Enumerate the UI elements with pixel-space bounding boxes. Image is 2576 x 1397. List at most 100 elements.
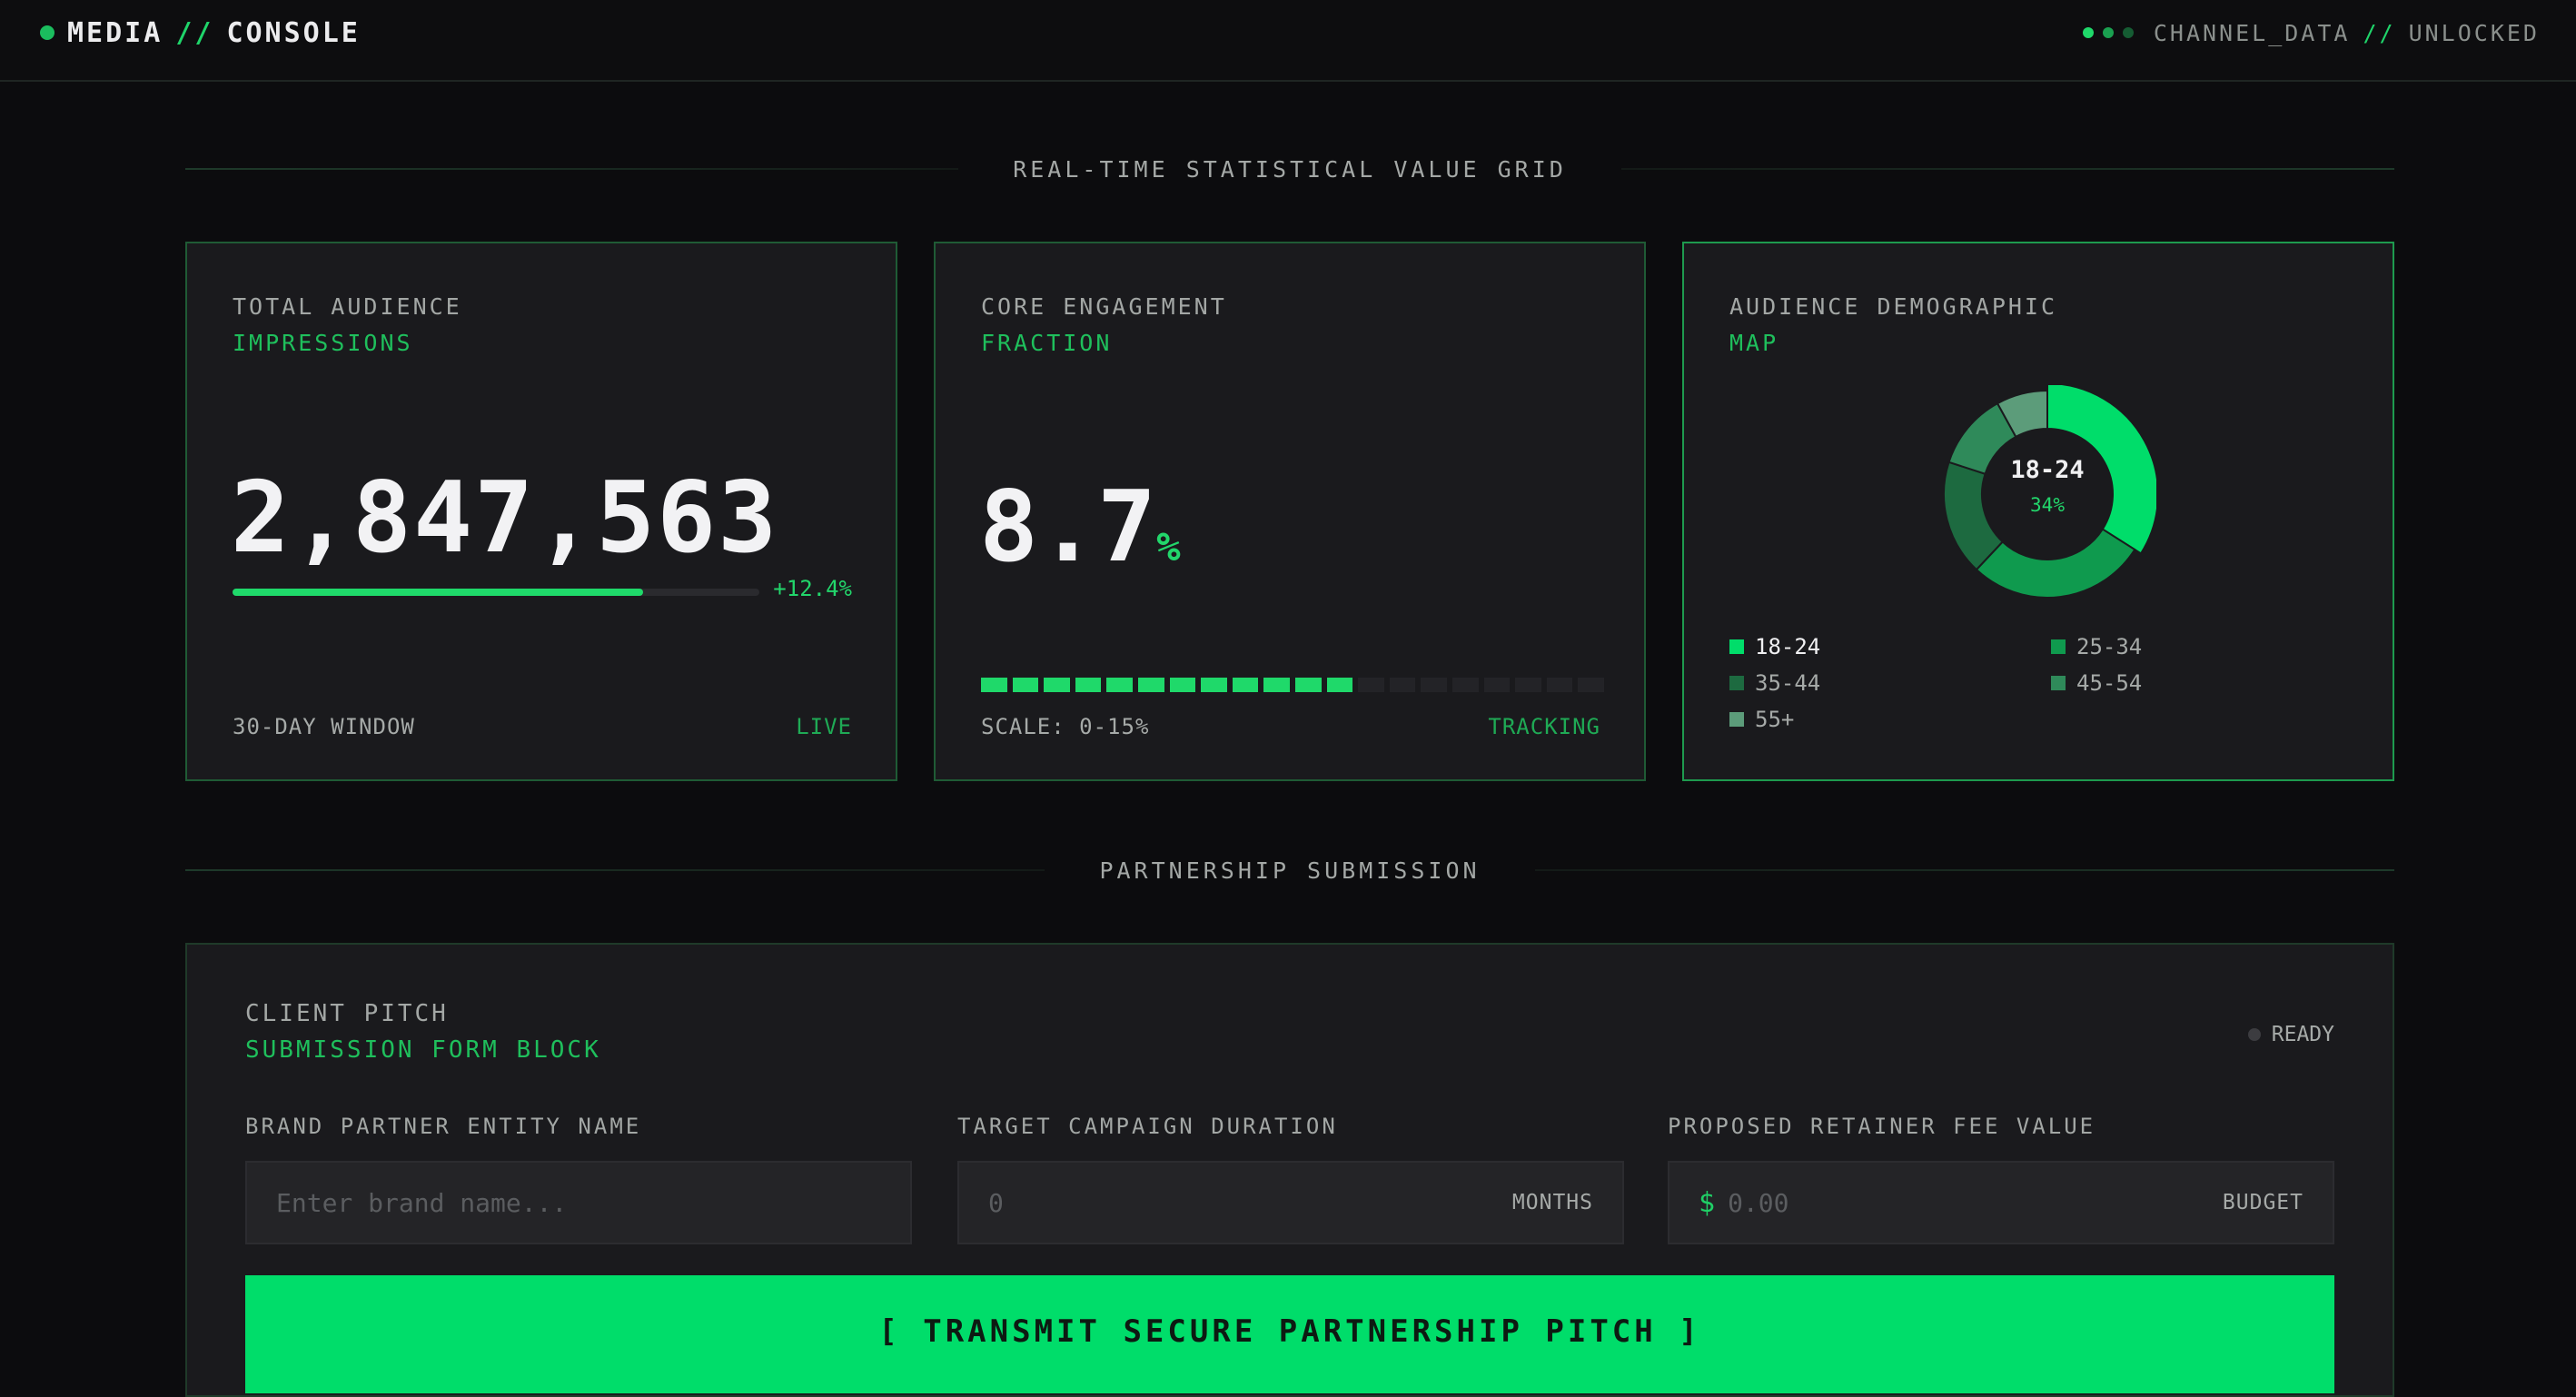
engagement-segment (1044, 678, 1070, 692)
engagement-segment (1106, 678, 1133, 692)
brand-separator: // (175, 16, 214, 49)
audience-progress-bar (233, 589, 759, 596)
legend-swatch (2051, 639, 2066, 654)
legend-swatch (2051, 676, 2066, 690)
form-status: READY (2247, 1023, 2334, 1046)
dollar-icon: $ (1699, 1186, 1716, 1219)
engagement-segment (1515, 678, 1541, 692)
legend-label: 55+ (1755, 707, 1795, 732)
engagement-value-wrap: 8.7% (979, 471, 1181, 584)
fee-field: PROPOSED RETAINER FEE VALUE $ BUDGET (1668, 1114, 2334, 1244)
form-section-heading: PARTNERSHIP SUBMISSION (1099, 857, 1481, 884)
legend-label: 18-24 (1755, 634, 1821, 659)
stats-section-heading: REAL-TIME STATISTICAL VALUE GRID (1013, 155, 1567, 183)
engagement-segment (1451, 678, 1479, 692)
audience-progress-fill (233, 589, 644, 596)
donut-center-label: 18-24 (2010, 456, 2085, 484)
engagement-sub: FRACTION (981, 330, 1113, 356)
audience-delta: +12.4% (773, 576, 852, 601)
legend-item: 18-24 (1729, 632, 2051, 661)
engagement-segment (1483, 678, 1511, 692)
demographic-sub: MAP (1729, 330, 1779, 356)
duration-box: MONTHS (957, 1161, 1624, 1244)
demographic-card-heading: AUDIENCE DEMOGRAPHIC MAP (1729, 289, 2057, 362)
duration-input[interactable] (988, 1187, 1500, 1218)
form-title: CLIENT PITCH (245, 1000, 449, 1027)
fee-input[interactable] (1728, 1187, 2210, 1218)
brand-name-field: BRAND PARTNER ENTITY NAME (245, 1114, 912, 1244)
ready-status-dot (2247, 1028, 2261, 1041)
partnership-form: CLIENT PITCH SUBMISSION FORM BLOCK READY… (185, 943, 2394, 1397)
demographic-donut: 18-24 34% (1938, 381, 2159, 603)
status-right: UNLOCKED (2408, 19, 2540, 46)
duration-label: TARGET CAMPAIGN DURATION (957, 1114, 1338, 1139)
demographic-legend: 18-24 25-34 35-44 45-54 55+ (1729, 632, 2347, 734)
duration-suffix: MONTHS (1511, 1191, 1593, 1214)
engagement-segment (1546, 678, 1573, 692)
status-separator: // (2363, 19, 2396, 46)
audience-window: 30-DAY WINDOW (233, 714, 415, 739)
engagement-segment (1232, 678, 1259, 692)
status-dot-3 (2122, 27, 2134, 38)
engagement-label: CORE ENGAGEMENT (981, 293, 1227, 320)
legend-label: 25-34 (2076, 634, 2143, 659)
fee-label: PROPOSED RETAINER FEE VALUE (1668, 1114, 2096, 1139)
audience-card: TOTAL AUDIENCE IMPRESSIONS 2,847,563 +12… (185, 242, 897, 781)
status-dot-2 (2102, 27, 2114, 38)
engagement-unit: % (1156, 524, 1181, 570)
engagement-value: 8.7 (979, 471, 1157, 584)
engagement-segment (1169, 678, 1196, 692)
brand-name-input[interactable] (276, 1187, 881, 1218)
audience-label: TOTAL AUDIENCE (233, 293, 462, 320)
form-subtitle: SUBMISSION FORM BLOCK (245, 1036, 601, 1064)
engagement-segment (1012, 678, 1039, 692)
demographic-label: AUDIENCE DEMOGRAPHIC (1729, 293, 2058, 320)
brand-right: CONSOLE (226, 16, 361, 49)
brand-name-label: BRAND PARTNER ENTITY NAME (245, 1114, 642, 1139)
top-bar: MEDIA // CONSOLE CHANNEL_DATA // UNLOCKE… (0, 0, 2576, 82)
legend-label: 35-44 (1755, 670, 1821, 696)
donut-center-value: 34% (2030, 494, 2065, 516)
brand-status-dot (40, 25, 54, 40)
engagement-segment-bar (981, 678, 1604, 692)
engagement-segment (1389, 678, 1416, 692)
legend-swatch (1729, 676, 1744, 690)
fee-suffix: BUDGET (2222, 1191, 2304, 1214)
audience-live-badge: LIVE (796, 714, 852, 739)
legend-item: 55+ (1729, 705, 2051, 734)
audience-value: 2,847,563 (231, 461, 779, 575)
legend-label: 45-54 (2076, 670, 2143, 696)
engagement-segment (1326, 678, 1353, 692)
engagement-card: CORE ENGAGEMENT FRACTION 8.7% SCALE: 0-1… (934, 242, 1646, 781)
brand-left: MEDIA (67, 16, 163, 49)
form-section-title: PARTNERSHIP SUBMISSION (185, 852, 2394, 888)
brand-name-box (245, 1161, 912, 1244)
engagement-segment (981, 678, 1007, 692)
engagement-segment (1358, 678, 1384, 692)
channel-status: CHANNEL_DATA // UNLOCKED (2082, 15, 2540, 51)
form-heading: CLIENT PITCH SUBMISSION FORM BLOCK (245, 996, 601, 1068)
engagement-scale: SCALE: 0-15% (981, 714, 1150, 739)
engagement-segment (1137, 678, 1164, 692)
audience-card-heading: TOTAL AUDIENCE IMPRESSIONS (233, 289, 462, 362)
status-dot-1 (2082, 27, 2094, 38)
engagement-segment (1294, 678, 1322, 692)
legend-swatch (1729, 712, 1744, 727)
stats-section-title: REAL-TIME STATISTICAL VALUE GRID (185, 151, 2394, 187)
app-brand: MEDIA // CONSOLE (40, 15, 361, 51)
status-left: CHANNEL_DATA (2153, 19, 2351, 46)
engagement-segment (1075, 678, 1102, 692)
status-indicator-dots (2082, 27, 2134, 38)
transmit-pitch-button[interactable]: [ TRANSMIT SECURE PARTNERSHIP PITCH ] (245, 1275, 2334, 1393)
engagement-segment (1578, 678, 1604, 692)
engagement-card-heading: CORE ENGAGEMENT FRACTION (981, 289, 1227, 362)
form-status-text: READY (2271, 1023, 2334, 1046)
engagement-segment (1421, 678, 1447, 692)
legend-item: 35-44 (1729, 669, 2051, 698)
audience-sub: IMPRESSIONS (233, 330, 413, 356)
engagement-segment (1263, 678, 1290, 692)
duration-field: TARGET CAMPAIGN DURATION MONTHS (957, 1114, 1624, 1244)
legend-swatch (1729, 639, 1744, 654)
legend-item: 45-54 (2051, 669, 2347, 698)
engagement-tracking-badge: TRACKING (1488, 714, 1600, 739)
